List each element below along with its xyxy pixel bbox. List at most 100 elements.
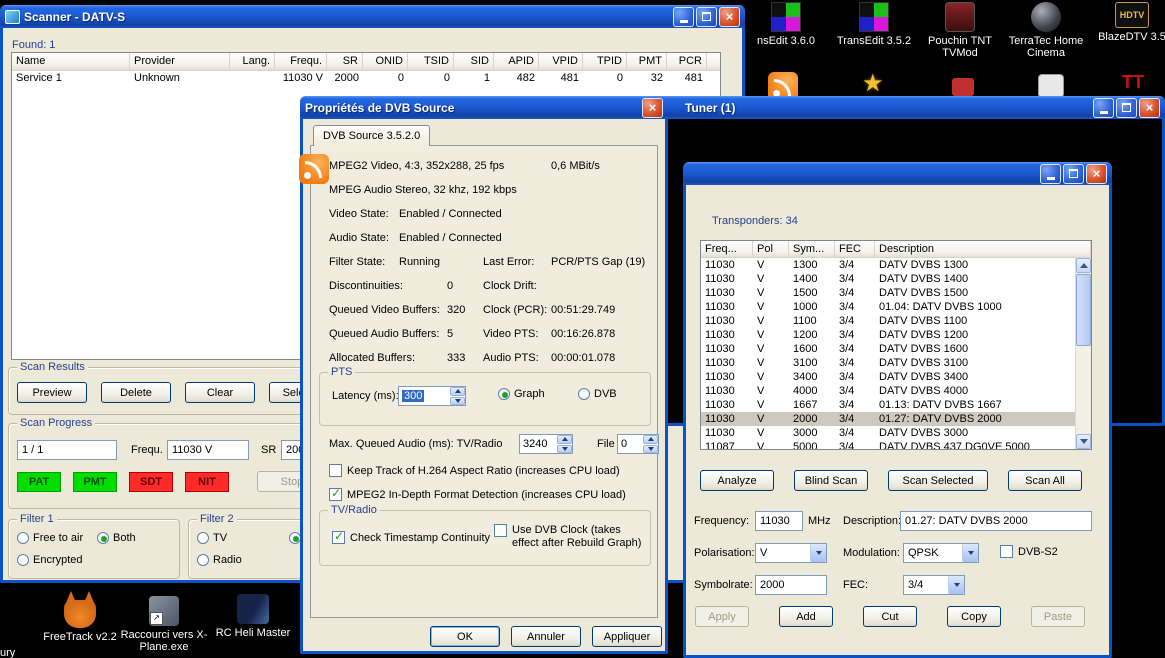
transponder-row[interactable]: 11030 V 1000 3/4 01.04: DATV DVBS 1000 <box>701 300 1075 314</box>
column-header[interactable]: TPID <box>583 53 627 70</box>
transponder-row[interactable]: 11030 V 1300 3/4 DATV DVBS 1300 <box>701 258 1075 272</box>
transponder-row[interactable]: 11030 V 1667 3/4 01.13: DATV DVBS 1667 <box>701 398 1075 412</box>
transponder-row[interactable]: 11030 V 3000 3/4 DATV DVBS 3000 <box>701 426 1075 440</box>
column-header[interactable]: SR <box>327 53 363 70</box>
dropdown-arrow-icon[interactable] <box>948 576 964 594</box>
transponder-row[interactable]: 11030 V 2000 3/4 01.27: DATV DVBS 2000 <box>701 412 1075 426</box>
scrollbar[interactable] <box>1075 258 1091 449</box>
column-header[interactable]: Name <box>12 53 130 70</box>
spin-up-button[interactable] <box>557 435 572 444</box>
frequency-field[interactable]: 11030 V <box>167 440 249 460</box>
desktop-icon-terratec[interactable]: TerraTec Home Cinema <box>1004 2 1088 59</box>
column-header[interactable]: FEC <box>835 241 875 257</box>
column-header[interactable]: VPID <box>539 53 583 70</box>
filter-radio[interactable]: Both <box>97 532 136 544</box>
filter-radio[interactable]: Free to air <box>17 532 83 544</box>
minimize-button[interactable] <box>1093 98 1114 118</box>
symbolrate-input[interactable]: 2000 <box>755 575 827 595</box>
dropdown-arrow-icon[interactable] <box>810 544 826 562</box>
dvb-clock-checkbox[interactable]: Use DVB Clock (takes effect after Rebuil… <box>494 524 646 550</box>
scroll-down-button[interactable] <box>1076 434 1091 449</box>
fec-select[interactable]: 3/4 <box>903 575 965 595</box>
column-header[interactable]: SID <box>454 53 494 70</box>
service-row[interactable]: Service 1Unknown11030 V20000014824810324… <box>12 71 720 88</box>
desktop-icon-blazedtv[interactable]: HDTV BlazeDTV 3.5 <box>1090 2 1165 43</box>
scroll-thumb[interactable] <box>1076 274 1091 346</box>
scanner-titlebar[interactable]: Scanner - DATV-S × <box>0 5 745 28</box>
column-header[interactable]: PMT <box>627 53 667 70</box>
column-header[interactable]: Provider <box>130 53 230 70</box>
close-button[interactable]: × <box>1139 98 1160 118</box>
filter-radio[interactable]: Encrypted <box>17 554 83 566</box>
polarisation-select[interactable]: V <box>755 543 827 563</box>
dvb-radio[interactable]: DVB <box>578 388 617 400</box>
spin-down-button[interactable] <box>643 445 658 454</box>
desktop-icon-xplane-shortcut[interactable]: Raccourci vers X-Plane.exe <box>118 596 210 653</box>
column-header[interactable]: Frequ. <box>275 53 327 70</box>
edit-button[interactable]: Copy <box>947 606 1001 627</box>
edit-button[interactable]: Add <box>779 606 833 627</box>
spin-down-button[interactable] <box>450 397 465 406</box>
column-header[interactable]: ONID <box>363 53 408 70</box>
desktop-icon-freetrack[interactable]: FreeTrack v2.2 <box>38 592 122 643</box>
star-shortcut-icon[interactable]: ★ <box>862 72 884 96</box>
latency-spinner[interactable]: 300 <box>398 386 466 406</box>
column-header[interactable]: Lang. <box>230 53 275 70</box>
minimize-button[interactable] <box>673 7 694 27</box>
dvbs2-checkbox[interactable]: DVB-S2 <box>1000 545 1058 558</box>
scroll-up-button[interactable] <box>1076 258 1091 273</box>
edit-button[interactable]: Cut <box>863 606 917 627</box>
maximize-button[interactable] <box>1063 164 1084 184</box>
tuner-titlebar[interactable]: Tuner (1) × <box>656 96 1165 119</box>
scan-result-button[interactable]: Delete <box>101 382 171 403</box>
column-header[interactable]: Pol <box>753 241 789 257</box>
progress-field[interactable]: 1 / 1 <box>17 440 117 460</box>
transponder-row[interactable]: 11030 V 1400 3/4 DATV DVBS 1400 <box>701 272 1075 286</box>
transponder-row[interactable]: 11030 V 1500 3/4 DATV DVBS 1500 <box>701 286 1075 300</box>
transponder-row[interactable]: 11030 V 4000 3/4 DATV DVBS 4000 <box>701 384 1075 398</box>
dialog-titlebar[interactable]: Propriétés de DVB Source × <box>300 96 668 119</box>
transponder-row[interactable]: 11030 V 1100 3/4 DATV DVBS 1100 <box>701 314 1075 328</box>
desktop-icon-partial-label[interactable]: ury <box>0 647 15 658</box>
red-app-icon[interactable] <box>952 78 974 96</box>
description-input[interactable]: 01.27: DATV DVBS 2000 <box>900 511 1092 531</box>
close-button[interactable]: × <box>642 98 663 118</box>
tt-app-icon[interactable]: TT <box>1122 72 1144 93</box>
transponder-row[interactable]: 11030 V 3400 3/4 DATV DVBS 3400 <box>701 370 1075 384</box>
scan-action-button[interactable]: Analyze <box>700 470 774 491</box>
column-header[interactable]: Sym... <box>789 241 835 257</box>
white-app-icon[interactable] <box>1038 74 1064 98</box>
desktop-icon-rc-heli[interactable]: RC Heli Master <box>210 594 296 639</box>
column-header[interactable]: Freq... <box>701 241 753 257</box>
spin-down-button[interactable] <box>557 445 572 454</box>
scan-action-button[interactable]: Scan Selected <box>888 470 988 491</box>
spin-up-button[interactable] <box>450 387 465 396</box>
apply-button[interactable]: Appliquer <box>592 626 662 647</box>
mpeg2-detection-checkbox[interactable]: MPEG2 In-Depth Format Detection (increas… <box>329 488 626 501</box>
ok-button[interactable]: OK <box>430 626 500 647</box>
filter-radio[interactable]: Radio <box>197 554 242 566</box>
column-header[interactable]: APID <box>494 53 539 70</box>
column-header[interactable]: TSID <box>408 53 454 70</box>
dropdown-arrow-icon[interactable] <box>962 544 978 562</box>
frequency-input[interactable]: 11030 <box>755 511 803 531</box>
minimize-button[interactable] <box>1040 164 1061 184</box>
transponder-row[interactable]: 11030 V 1200 3/4 DATV DVBS 1200 <box>701 328 1075 342</box>
scan-action-button[interactable]: Scan All <box>1008 470 1082 491</box>
file-queue-spinner[interactable]: 0 <box>617 434 659 454</box>
spin-up-button[interactable] <box>643 435 658 444</box>
close-button[interactable]: × <box>1086 164 1107 184</box>
maximize-button[interactable] <box>1116 98 1137 118</box>
h264-aspect-checkbox[interactable]: Keep Track of H.264 Aspect Ratio (increa… <box>329 464 620 477</box>
desktop-icon-pouchin-tnt[interactable]: Pouchin TNT TVMod <box>918 2 1002 59</box>
cancel-button[interactable]: Annuler <box>511 626 581 647</box>
filter-radio[interactable]: TV <box>197 532 227 544</box>
graph-radio[interactable]: Graph <box>498 388 545 400</box>
scan-result-button[interactable]: Preview <box>17 382 87 403</box>
transponder-row[interactable]: 11030 V 3100 3/4 DATV DVBS 3100 <box>701 356 1075 370</box>
scan-action-button[interactable]: Blind Scan <box>794 470 868 491</box>
close-button[interactable]: × <box>719 7 740 27</box>
timestamp-continuity-checkbox[interactable]: Check Timestamp Continuity <box>332 531 490 544</box>
transedit-titlebar[interactable]: × <box>683 162 1112 185</box>
desktop-icon-transedit-360[interactable]: nsEdit 3.6.0 <box>744 2 828 47</box>
